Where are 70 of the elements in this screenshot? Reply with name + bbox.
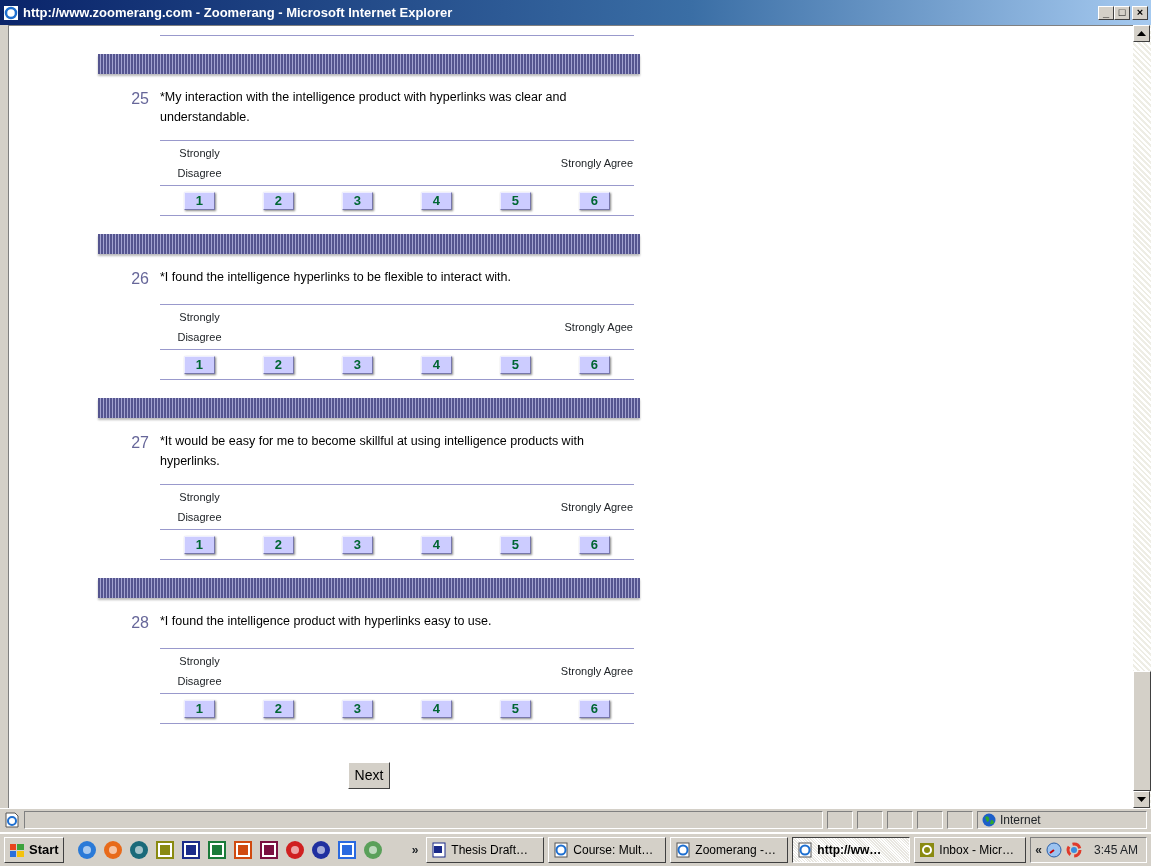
scrollbar[interactable] <box>1133 25 1151 808</box>
taskbar-button[interactable]: Inbox - Micr… <box>914 837 1027 863</box>
taskbar-button[interactable]: Thesis Draft… <box>426 837 545 863</box>
scale-label: Strongly Disagree <box>176 654 223 689</box>
status-panel <box>917 810 943 829</box>
question-number: 27 <box>131 434 149 451</box>
up-arrow-icon <box>1137 31 1146 36</box>
taskbar-button[interactable]: http://ww… <box>792 837 911 863</box>
scale-label: Strongly Agree <box>560 500 634 515</box>
maximize-button[interactable]: □ <box>1114 5 1130 20</box>
scale-label: Strongly Agee <box>564 320 634 335</box>
scroll-thumb[interactable] <box>1133 671 1151 791</box>
rating-button[interactable]: 2 <box>262 191 294 210</box>
scroll-up-button[interactable] <box>1133 25 1150 42</box>
question-text: *I found the intelligence product with hyperlinks easy to use. <box>160 613 493 630</box>
next-button[interactable]: Next <box>347 762 391 789</box>
rating-button[interactable]: 6 <box>578 699 610 718</box>
minimize-button[interactable]: _ <box>1098 5 1114 20</box>
question-number: 28 <box>131 614 149 631</box>
rating-button[interactable]: 3 <box>341 699 373 718</box>
tray-expand-button[interactable]: « <box>1035 841 1042 859</box>
rating-button[interactable]: 2 <box>262 699 294 718</box>
scale-label: Strongly Disagree <box>176 490 223 525</box>
scale-label: Strongly Disagree <box>176 146 223 181</box>
status-panel <box>857 810 883 829</box>
question-number: 26 <box>131 270 149 287</box>
gauge-icon[interactable] <box>1046 842 1062 858</box>
close-button[interactable]: × <box>1132 5 1148 20</box>
rating-button[interactable]: 4 <box>420 191 452 210</box>
rating-button[interactable]: 5 <box>499 699 531 718</box>
rating-button[interactable]: 6 <box>578 191 610 210</box>
rating-button[interactable]: 3 <box>341 355 373 374</box>
ring-icon[interactable] <box>1066 842 1082 858</box>
rating-button[interactable]: 6 <box>578 355 610 374</box>
rating-button[interactable]: 3 <box>341 535 373 554</box>
down-arrow-icon <box>1137 797 1146 802</box>
rating-button[interactable]: 1 <box>184 535 215 554</box>
question-number: 25 <box>131 90 149 107</box>
clock: 3:45 AM <box>1094 842 1138 859</box>
question-text: *My interaction with the intelligence product with hyperlinks was clear and understandable. <box>160 89 568 126</box>
overflow-chevron[interactable]: » <box>411 841 419 859</box>
status-panel <box>947 810 973 829</box>
rating-button[interactable]: 2 <box>262 535 294 554</box>
rating-button[interactable]: 1 <box>184 699 215 718</box>
rating-button[interactable]: 4 <box>420 355 452 374</box>
security-zone-label: Internet <box>1000 811 1041 829</box>
rating-button[interactable]: 6 <box>578 535 610 554</box>
rating-button[interactable]: 3 <box>341 191 373 210</box>
question-text: *I found the intelligence hyperlinks to be flexible to interact with. <box>160 269 512 286</box>
rating-button[interactable]: 5 <box>499 355 531 374</box>
rating-button[interactable]: 4 <box>420 699 452 718</box>
rating-button[interactable]: 1 <box>184 355 215 374</box>
scale-label: Strongly Agree <box>560 664 634 679</box>
page-icon <box>4 811 20 828</box>
rating-button[interactable]: 5 <box>499 191 531 210</box>
scale-label: Strongly Disagree <box>176 310 223 345</box>
start-button[interactable]: Start <box>4 837 64 863</box>
rating-button[interactable]: 2 <box>262 355 294 374</box>
question-text: *It would be easy for me to become skillful at using intelligence products with hyperlinks. <box>160 433 585 470</box>
rating-button[interactable]: 4 <box>420 535 452 554</box>
rating-button[interactable]: 1 <box>184 191 215 210</box>
status-panel <box>887 810 913 829</box>
scroll-down-button[interactable] <box>1133 791 1150 808</box>
rating-button[interactable]: 5 <box>499 535 531 554</box>
window-title: http://www.zoomerang.com - Zoomerang - Microsoft Internet Explorer <box>23 3 453 22</box>
status-panel <box>827 810 853 829</box>
scale-label: Strongly Agree <box>560 156 634 171</box>
taskbar-button[interactable]: Zoomerang -… <box>670 837 789 863</box>
taskbar-button[interactable]: Course: Mult… <box>548 837 667 863</box>
windows-logo-icon <box>9 842 25 858</box>
